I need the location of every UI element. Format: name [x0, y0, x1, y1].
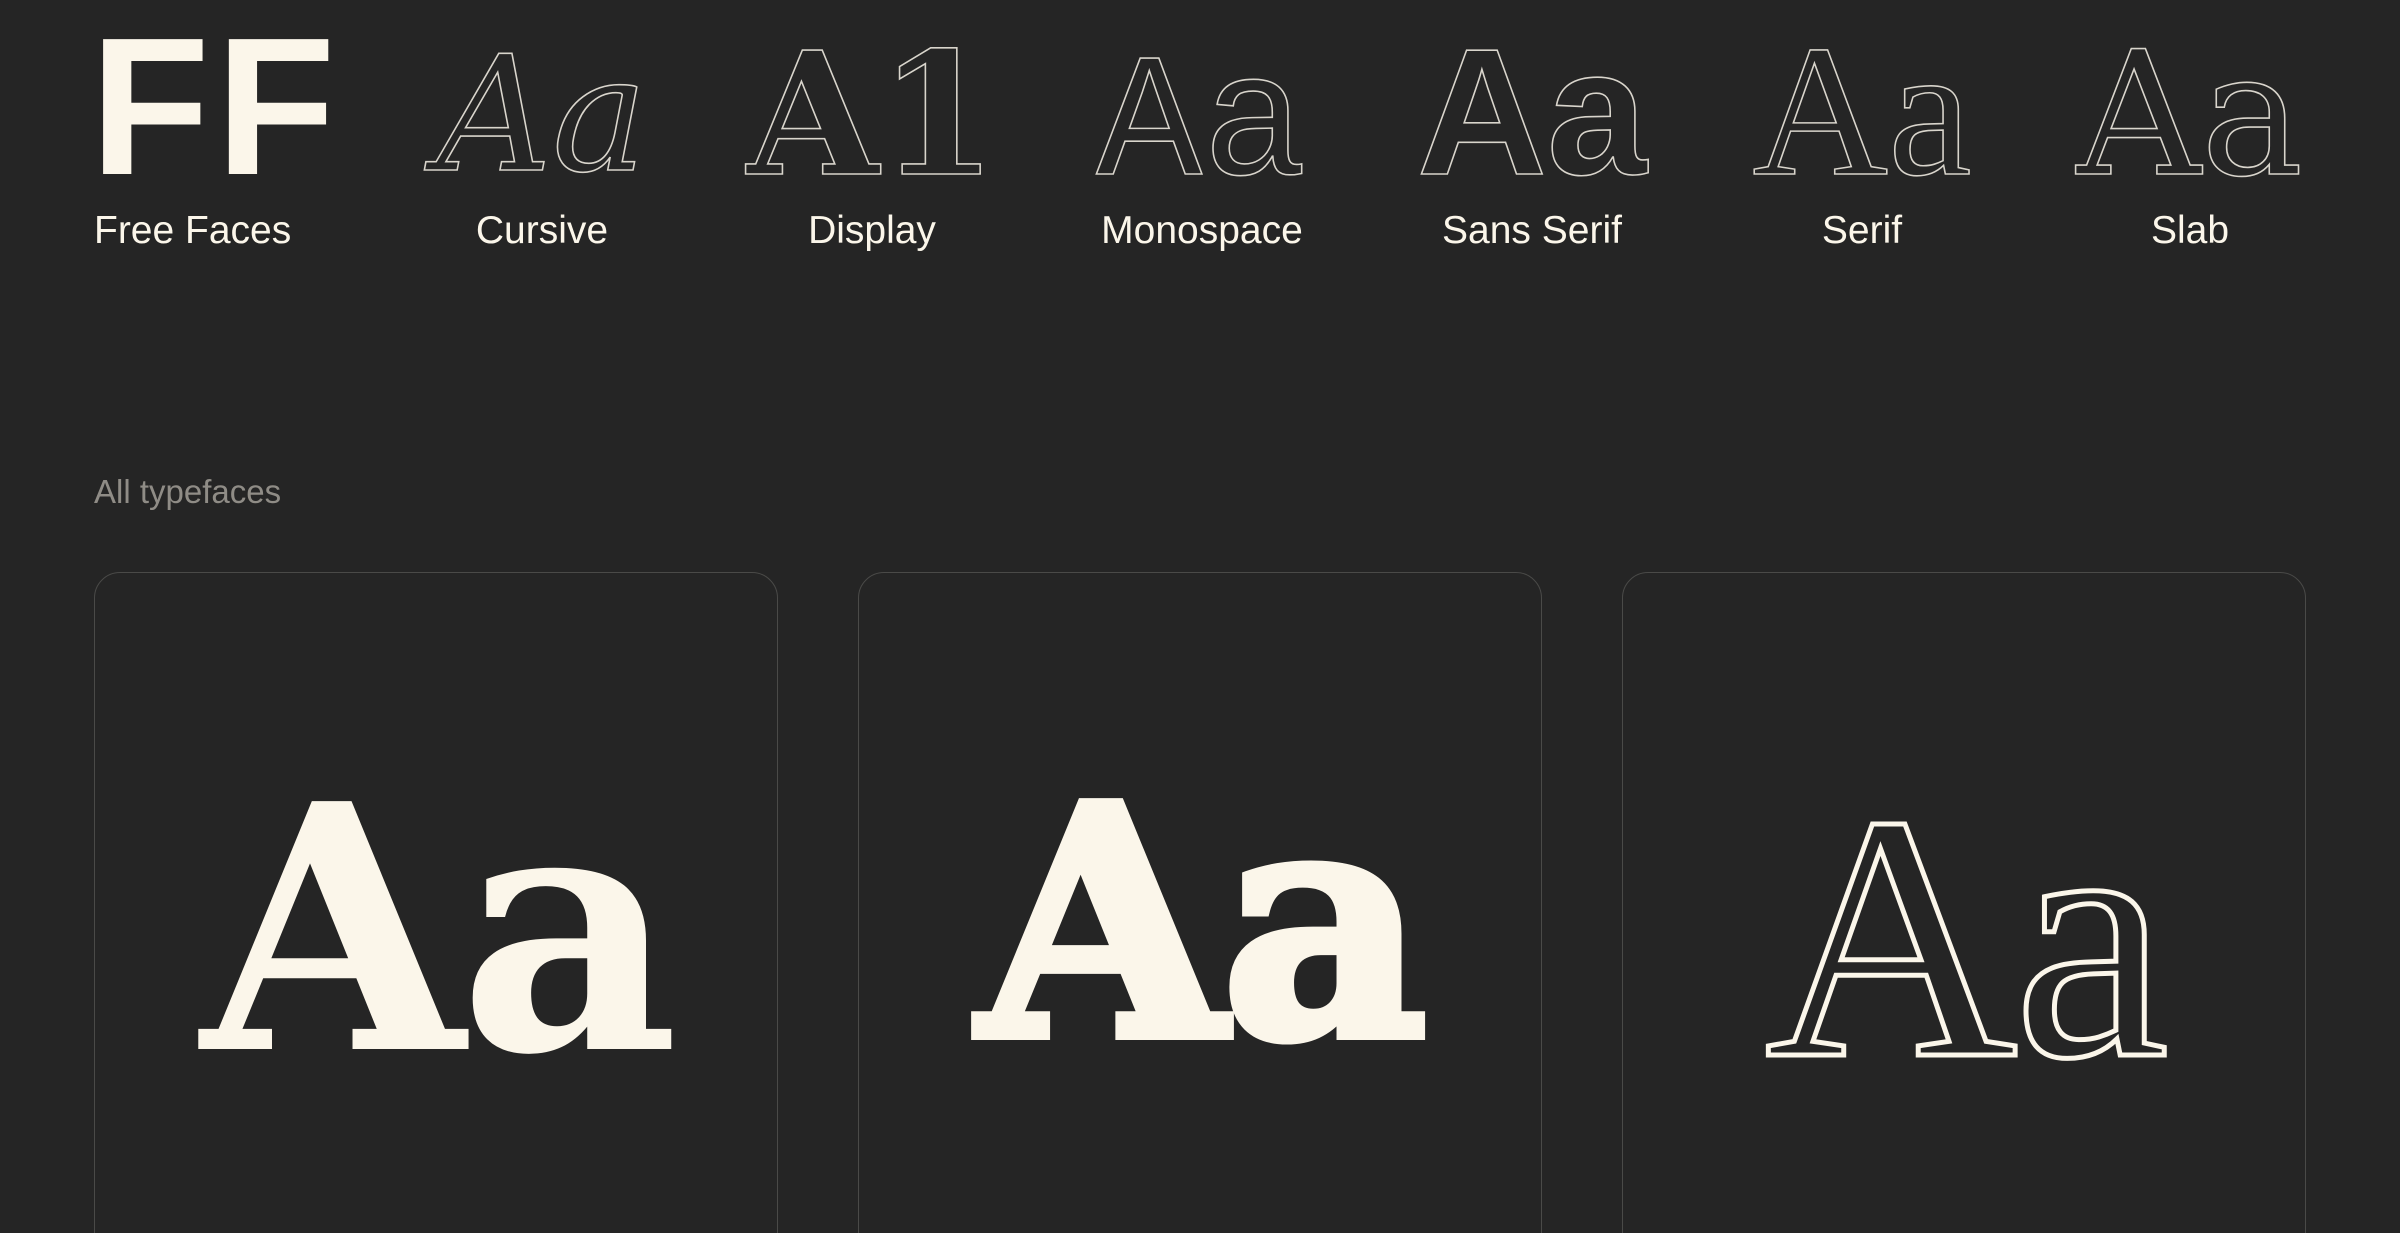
monospace-glyph: Aa — [1072, 26, 1332, 228]
monospace-glyph-text: Aa — [1096, 27, 1307, 227]
category-label-display: Display — [808, 209, 936, 252]
section-label-all-typefaces: All typefaces — [94, 473, 282, 510]
specimen-glyph-3: Aa — [1765, 743, 2167, 1131]
category-label-free-faces: Free Faces — [94, 209, 292, 252]
typeface-specimen-1: Aa — [196, 731, 679, 1130]
serif-glyph-text: Aa — [1752, 6, 1971, 215]
category-free-faces[interactable]: FF Free Faces — [90, 0, 354, 260]
category-label-cursive: Cursive — [475, 209, 609, 252]
cursive-glyph: Aa — [412, 20, 672, 209]
typeface-card[interactable]: Aa — [858, 572, 1542, 1233]
category-monospace[interactable]: Aa Monospace — [1072, 26, 1332, 260]
category-cursive[interactable]: Aa Cursive — [412, 20, 672, 260]
typeface-card[interactable]: Aa — [1622, 572, 2306, 1233]
display-glyph-text: A1 — [745, 15, 997, 215]
specimen-glyph-2: Aa — [974, 736, 1424, 1110]
page: FF Free Faces Aa Cursive A1 Display Aa M… — [0, 0, 2400, 1233]
specimen-glyph-1: Aa — [196, 731, 673, 1130]
serif-glyph: Aa — [1732, 5, 1992, 216]
slab-glyph-text: Aa — [2075, 14, 2304, 215]
category-label-monospace: Monospace — [1101, 209, 1303, 252]
display-glyph: A1 — [742, 14, 1002, 216]
category-sans-serif[interactable]: Aa Sans Serif — [1402, 11, 1662, 260]
sans-serif-glyph-text: Aa — [1417, 12, 1649, 213]
category-nav: FF Free Faces Aa Cursive A1 Display Aa M… — [0, 0, 2400, 270]
category-serif[interactable]: Aa Serif — [1732, 5, 1992, 260]
typeface-specimen-2: Aa — [969, 731, 1433, 1115]
category-label-sans-serif: Sans Serif — [1442, 209, 1622, 252]
slab-glyph: Aa — [2060, 13, 2320, 216]
cursive-glyph-text: Aa — [424, 21, 648, 208]
category-label-serif: Serif — [1821, 209, 1903, 252]
typeface-card[interactable]: Aa — [94, 572, 778, 1233]
free-faces-logo: FF — [90, 0, 354, 216]
free-faces-logo-glyph: FF — [90, 0, 341, 216]
category-label-slab: Slab — [2150, 209, 2230, 252]
category-slab[interactable]: Aa Slab — [2060, 13, 2320, 260]
typeface-specimen-3: Aa — [1762, 741, 2173, 1134]
sans-serif-glyph: Aa — [1402, 11, 1662, 214]
category-display[interactable]: A1 Display — [742, 14, 1002, 260]
